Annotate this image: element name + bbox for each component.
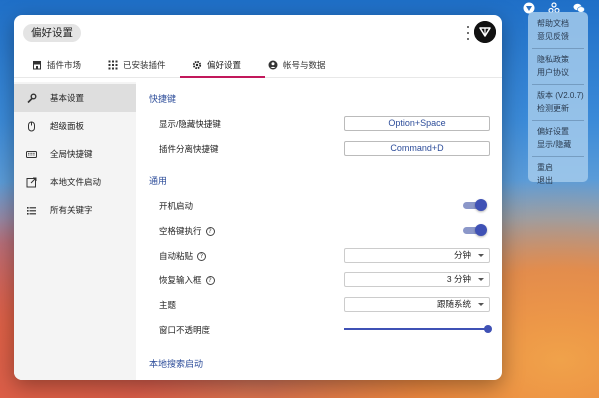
account-icon xyxy=(268,60,278,70)
tray-item-feedback[interactable]: 意见反馈 xyxy=(528,31,588,44)
tray-item-version: 版本 (V2.0.7) xyxy=(537,91,584,100)
list-icon xyxy=(26,205,37,216)
tray-item-quit[interactable]: 退出 xyxy=(528,175,588,188)
wrench-icon xyxy=(26,93,37,104)
autostart-toggle[interactable] xyxy=(463,199,487,211)
preferences-window: 偏好设置 插件市场 已安装插件 偏好设置 帐号与数据 基本设置 超级面板 全局快… xyxy=(14,15,502,380)
select-value: 跟随系统 xyxy=(436,299,471,309)
sidebar-item-label: 全局快捷键 xyxy=(50,149,93,159)
window-title: 偏好设置 xyxy=(23,24,81,42)
select-value: 分钟 xyxy=(453,250,471,260)
sidebar: 基本设置 超级面板 全局快捷键 本地文件启动 所有关键字 xyxy=(14,82,136,380)
tray-menu: 帮助文档 意见反馈 隐私政策 用户协议 版本 (V2.0.7) 检测更新 偏好设… xyxy=(528,12,588,185)
tab-plugin-market[interactable]: 插件市场 xyxy=(32,52,81,78)
gear-icon xyxy=(192,60,202,70)
mouse-icon xyxy=(26,121,37,132)
tray-item-check-update[interactable]: 检测更新 xyxy=(528,103,588,116)
show-hide-shortcut-field[interactable]: Option+Space xyxy=(344,116,490,131)
tray-separator xyxy=(532,156,584,157)
tab-account-data[interactable]: 帐号与数据 xyxy=(268,52,326,78)
chevron-down-icon xyxy=(478,303,484,306)
detach-shortcut-label: 插件分离快捷键 xyxy=(159,144,219,154)
tab-preferences[interactable]: 偏好设置 xyxy=(192,52,241,78)
chevron-down-icon xyxy=(478,278,484,281)
help-icon[interactable]: ? xyxy=(205,226,215,236)
slider-track xyxy=(344,328,488,330)
tray-item-show-hide[interactable]: 显示/隐藏 xyxy=(528,139,588,152)
tab-label: 偏好设置 xyxy=(207,60,242,70)
tray-item-privacy[interactable]: 隐私政策 xyxy=(528,54,588,67)
tray-item-restart[interactable]: 重启 xyxy=(528,162,588,175)
store-icon xyxy=(32,60,42,70)
space-exec-label: 空格键执行 ? xyxy=(159,225,215,237)
apps-grid-icon xyxy=(108,60,118,70)
sidebar-item-label: 超级面板 xyxy=(50,121,85,131)
sidebar-item-super-panel[interactable]: 超级面板 xyxy=(14,112,136,140)
sidebar-item-all-keywords[interactable]: 所有关键字 xyxy=(14,196,136,224)
help-icon[interactable]: ? xyxy=(197,251,207,261)
tray-separator xyxy=(532,120,584,121)
autopaste-label: 自动粘贴 ? xyxy=(159,250,207,262)
restore-input-label: 恢复输入框 ? xyxy=(159,274,215,286)
tab-label: 帐号与数据 xyxy=(283,60,326,70)
keyboard-icon xyxy=(26,149,37,160)
theme-label: 主题 xyxy=(159,300,177,310)
tray-item-preferences[interactable]: 偏好设置 xyxy=(528,126,588,139)
settings-panel: 快捷键 显示/隐藏快捷键 Option+Space 插件分离快捷键 Comman… xyxy=(136,82,502,380)
sidebar-item-local-file-launch[interactable]: 本地文件启动 xyxy=(14,168,136,196)
show-hide-shortcut-label: 显示/隐藏快捷键 xyxy=(159,119,221,129)
tab-label: 已安装插件 xyxy=(123,60,166,70)
restore-input-select[interactable]: 3 分钟 xyxy=(344,272,490,287)
launch-icon xyxy=(26,177,37,188)
more-options-icon[interactable] xyxy=(466,26,470,40)
slider-thumb[interactable] xyxy=(484,324,492,333)
tray-separator xyxy=(532,48,584,49)
section-title-shortcuts: 快捷键 xyxy=(149,94,177,104)
section-title-local-search: 本地搜索启动 xyxy=(149,359,204,369)
sidebar-item-basic-settings[interactable]: 基本设置 xyxy=(14,84,136,112)
tray-item-help-docs[interactable]: 帮助文档 xyxy=(528,18,588,31)
app-logo[interactable] xyxy=(474,21,496,43)
active-tab-indicator xyxy=(180,76,265,78)
help-icon[interactable]: ? xyxy=(205,275,215,285)
opacity-slider[interactable] xyxy=(344,324,492,334)
opacity-label: 窗口不透明度 xyxy=(159,325,211,335)
tray-item-agreement[interactable]: 用户协议 xyxy=(528,67,588,80)
top-tabs: 插件市场 已安装插件 偏好设置 帐号与数据 xyxy=(14,52,502,78)
space-exec-toggle[interactable] xyxy=(463,224,487,236)
autopaste-select[interactable]: 分钟 xyxy=(344,248,490,263)
chevron-down-icon xyxy=(478,254,484,257)
sidebar-item-label: 本地文件启动 xyxy=(50,177,102,187)
select-value: 3 分钟 xyxy=(446,274,471,284)
tray-separator xyxy=(532,84,584,85)
section-title-general: 通用 xyxy=(149,176,168,186)
autostart-label: 开机启动 xyxy=(159,201,194,211)
tab-label: 插件市场 xyxy=(47,60,82,70)
sidebar-item-label: 基本设置 xyxy=(50,93,85,103)
sidebar-item-label: 所有关键字 xyxy=(50,205,93,215)
tab-installed-plugins[interactable]: 已安装插件 xyxy=(108,52,166,78)
detach-shortcut-field[interactable]: Command+D xyxy=(344,141,490,156)
theme-select[interactable]: 跟随系统 xyxy=(344,297,490,312)
sidebar-item-global-shortcuts[interactable]: 全局快捷键 xyxy=(14,140,136,168)
